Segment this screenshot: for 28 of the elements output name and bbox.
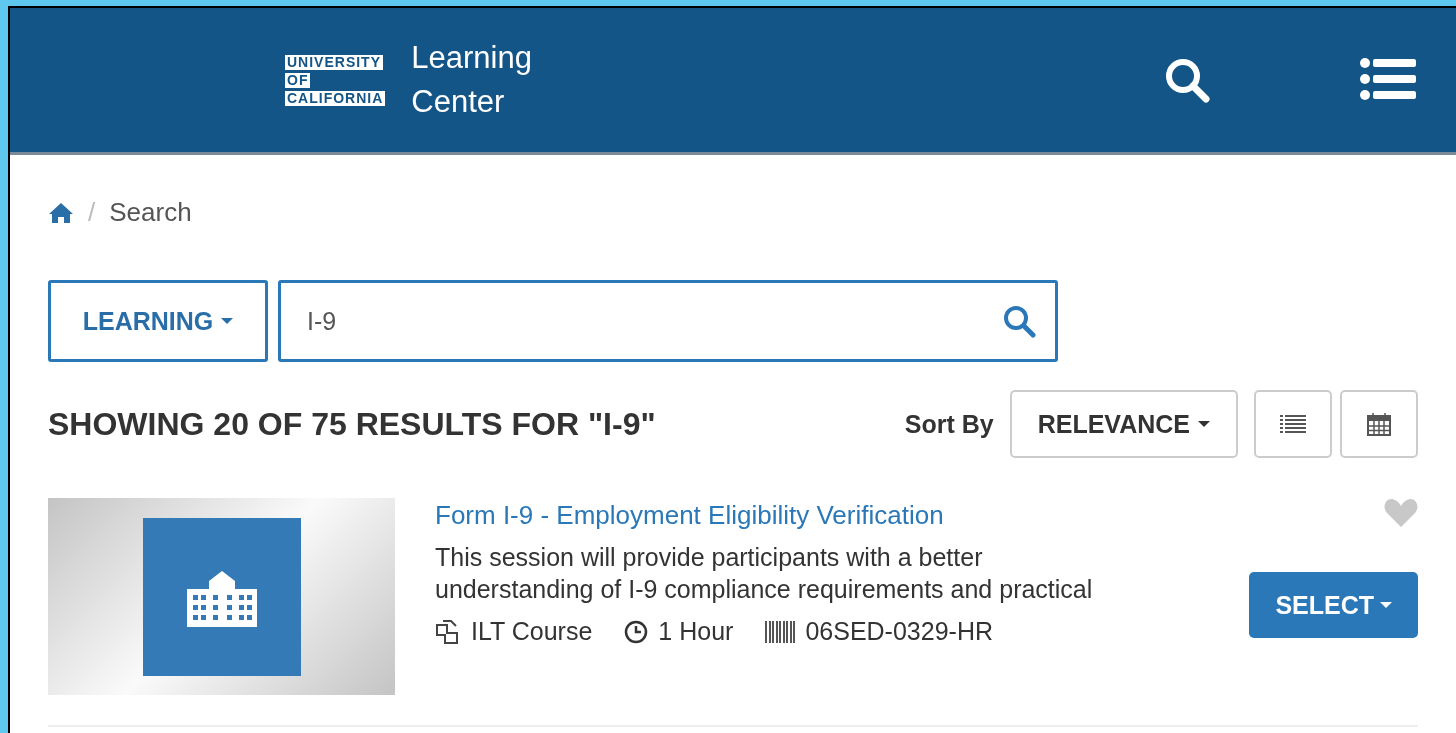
- clock-icon: [624, 619, 649, 644]
- sort-dropdown[interactable]: RELEVANCE: [1009, 390, 1238, 458]
- select-button[interactable]: SELECT: [1249, 572, 1418, 638]
- results-heading: SHOWING 20 OF 75 RESULTS FOR "I-9": [48, 405, 656, 443]
- site-title: Learning: [411, 39, 532, 77]
- home-icon[interactable]: [48, 201, 74, 224]
- sort-label: Sort By: [904, 409, 994, 439]
- scope-dropdown[interactable]: LEARNING: [48, 280, 268, 362]
- course-title-link[interactable]: Form I-9 - Employment Eligibility Verification: [435, 500, 944, 531]
- site-title: Center: [411, 83, 506, 121]
- search-field[interactable]: I-9: [278, 280, 1058, 362]
- calendar-view-button[interactable]: [1340, 390, 1418, 458]
- barcode-icon: [765, 620, 796, 643]
- calendar-icon: [1367, 412, 1391, 436]
- logo-text: CALIFORNIA: [285, 90, 386, 106]
- list-view-button[interactable]: [1254, 390, 1332, 458]
- course-code: 06SED-0329-HR: [805, 617, 993, 646]
- course-duration: 1 Hour: [658, 617, 734, 646]
- course-description: This session will provide participants with a better understanding of I-9 compliance requirements and practical: [435, 542, 1094, 605]
- search-icon[interactable]: [1002, 304, 1036, 338]
- logo-text: OF: [285, 72, 311, 88]
- copy-icon: [435, 618, 461, 645]
- menu-icon[interactable]: [1360, 58, 1416, 102]
- breadcrumb-separator: /: [88, 197, 96, 228]
- breadcrumb-current: Search: [109, 197, 192, 228]
- logo-text: UNIVERSITY: [285, 54, 383, 70]
- course-type: ILT Course: [471, 617, 593, 646]
- list-icon: [1280, 414, 1306, 434]
